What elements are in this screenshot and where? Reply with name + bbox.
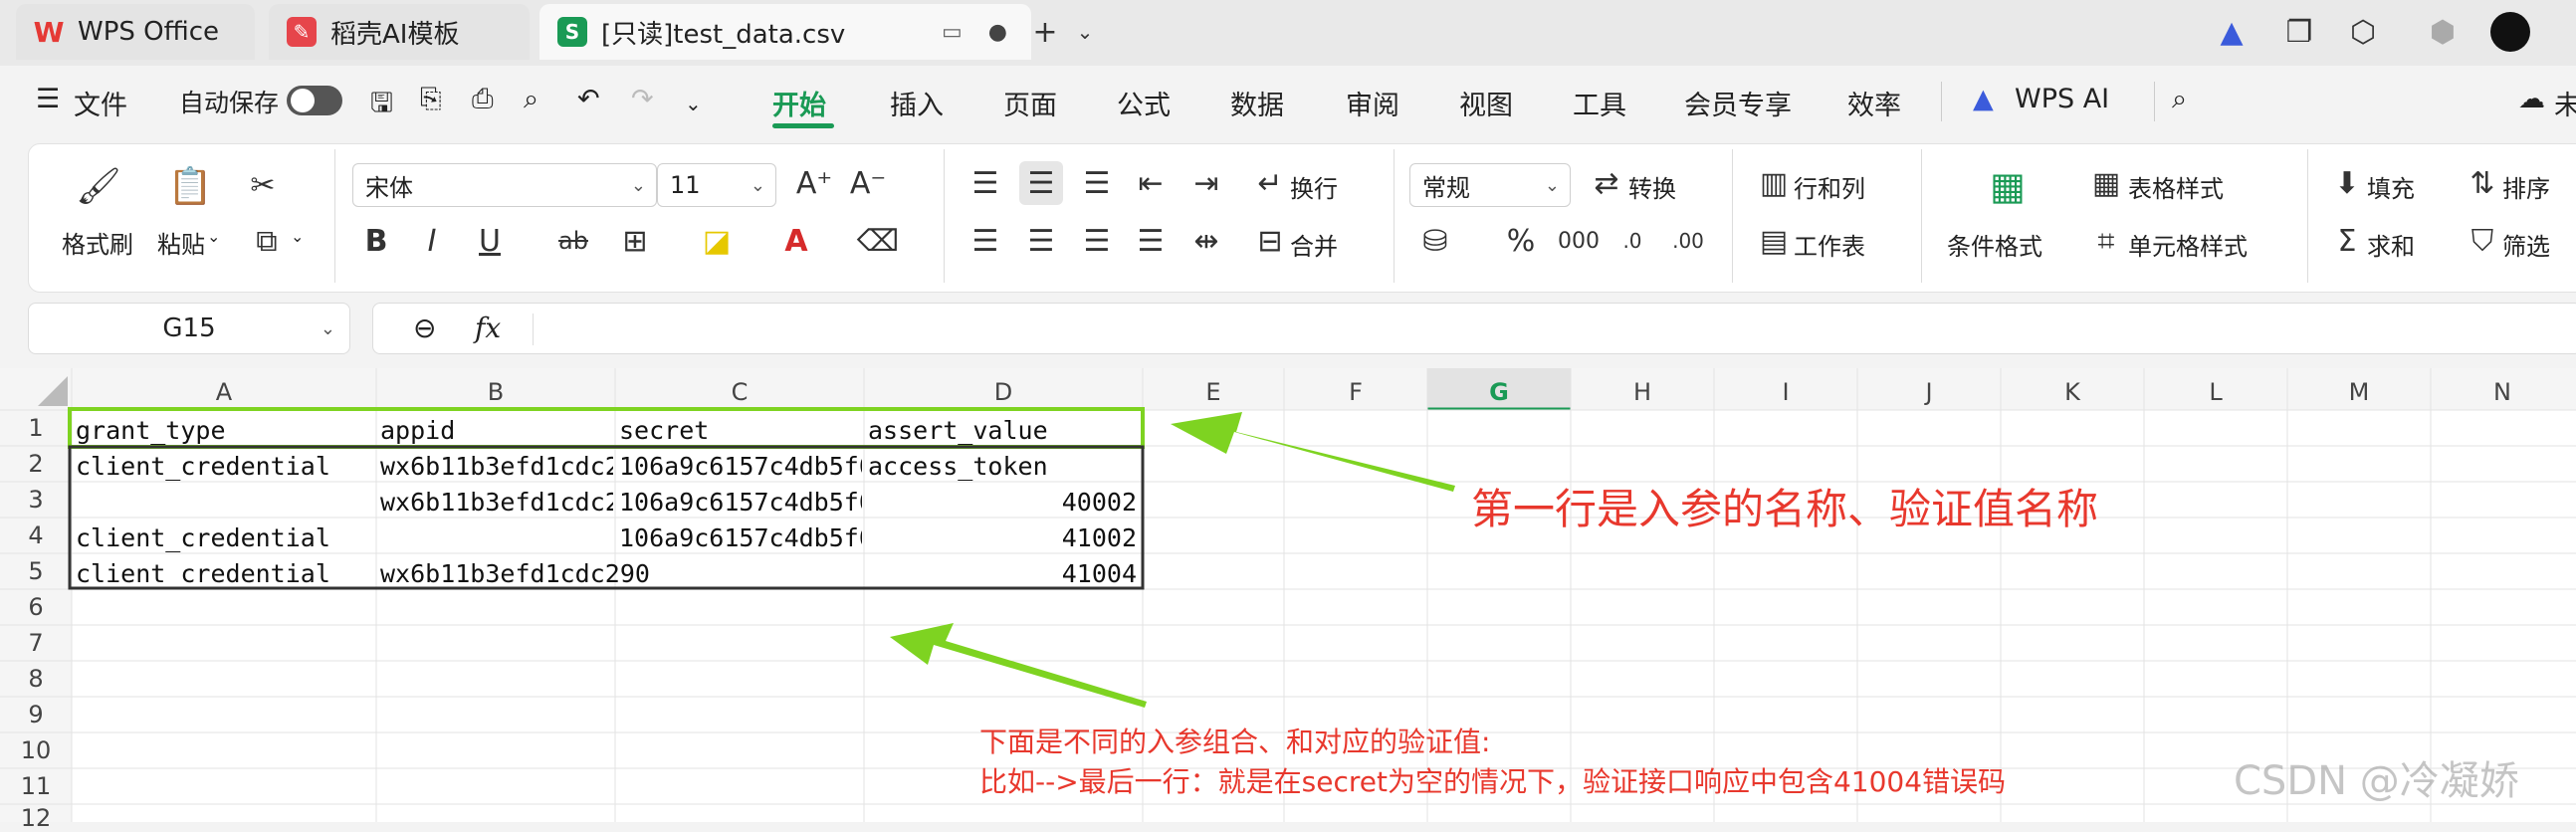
annotation-overlay [68,407,1455,708]
body-annotation-line1: 下面是不同的入参组合、和对应的验证值: [979,726,1491,758]
header-annotation: 第一行是入参的名称、验证值名称 [1471,485,2099,533]
body-annotation-line2: 比如-->最后一行：就是在secret为空的情况下，验证接口响应中包含41004… [979,765,2007,798]
watermark: CSDN @冷凝娇 [2234,758,2519,804]
